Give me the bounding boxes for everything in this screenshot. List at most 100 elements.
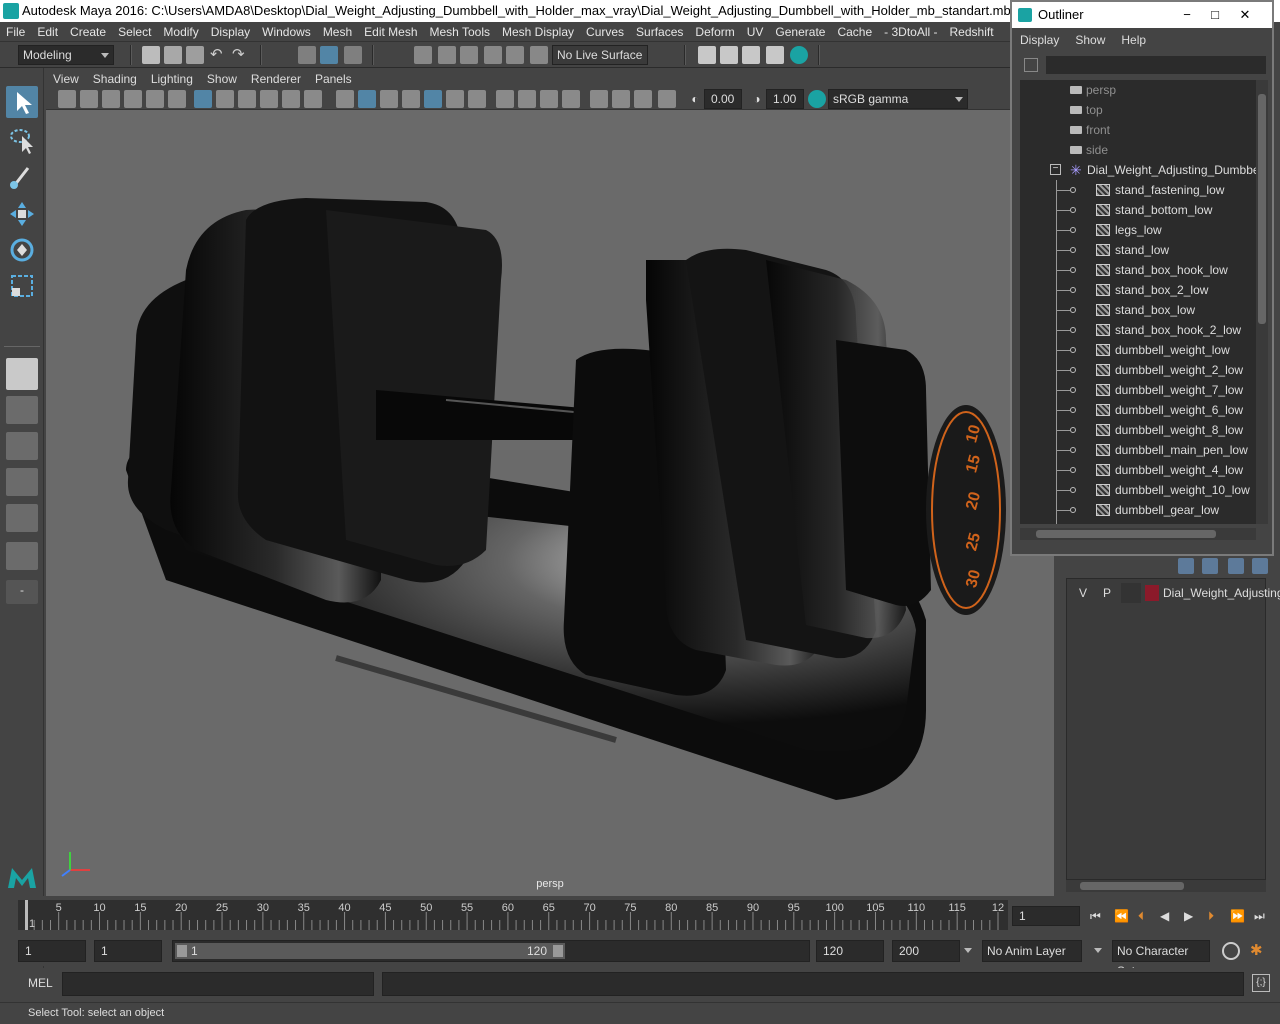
outliner-horizontal-scrollbar[interactable]: [1020, 528, 1256, 540]
open-scene-icon[interactable]: [164, 46, 182, 64]
xray-icon[interactable]: [590, 90, 608, 108]
image-plane-icon[interactable]: [124, 90, 142, 108]
layer-playback-toggle[interactable]: P: [1097, 583, 1117, 603]
playback-start-field[interactable]: 1: [94, 940, 162, 962]
animation-preferences-icon[interactable]: ✱: [1250, 942, 1268, 960]
move-layer-up-icon[interactable]: [1178, 558, 1194, 574]
hypershade-layout-icon[interactable]: [6, 504, 38, 532]
snap-view-plane-icon[interactable]: [506, 46, 524, 64]
gate-mask-icon[interactable]: [260, 90, 278, 108]
select-by-object-icon[interactable]: [320, 46, 338, 64]
menu-item-0[interactable]: File: [0, 22, 31, 41]
menu-item-8[interactable]: Edit Mesh: [358, 22, 423, 41]
lasso-tool-icon[interactable]: [6, 124, 38, 156]
xray-components-icon[interactable]: [634, 90, 652, 108]
hypershade-icon[interactable]: [790, 46, 808, 64]
viewport-menu-item-0[interactable]: View: [46, 70, 86, 88]
play-backwards-icon[interactable]: ◀: [1160, 909, 1174, 923]
layer-horizontal-scrollbar[interactable]: [1066, 880, 1266, 892]
move-tool-icon[interactable]: [6, 198, 38, 230]
new-layer-selected-icon[interactable]: [1252, 558, 1268, 574]
grid-icon[interactable]: [194, 90, 212, 108]
script-editor-icon[interactable]: {;}: [1252, 974, 1270, 992]
live-surface-field[interactable]: No Live Surface: [552, 45, 648, 65]
field-chart-icon[interactable]: [282, 90, 300, 108]
render-settings-icon[interactable]: [766, 46, 784, 64]
menu-item-9[interactable]: Mesh Tools: [424, 22, 496, 41]
ipr-render-icon[interactable]: [742, 46, 760, 64]
scrollbar-thumb[interactable]: [1036, 530, 1216, 538]
viewport-menu-item-2[interactable]: Lighting: [144, 70, 200, 88]
new-scene-icon[interactable]: [142, 46, 160, 64]
menu-item-14[interactable]: UV: [741, 22, 770, 41]
smooth-shade-icon[interactable]: [358, 90, 376, 108]
scene-end-field[interactable]: 200: [892, 940, 960, 962]
outliner-menu-item-0[interactable]: Display: [1012, 28, 1067, 52]
close-icon[interactable]: ✕: [1230, 2, 1260, 28]
snap-curve-icon[interactable]: [438, 46, 456, 64]
viewport-menu-item-1[interactable]: Shading: [86, 70, 144, 88]
range-end-grip[interactable]: [553, 945, 563, 957]
backface-culling-icon[interactable]: [658, 90, 676, 108]
layer-color-swatch[interactable]: [1145, 585, 1159, 601]
depth-of-field-icon[interactable]: [540, 90, 558, 108]
menu-item-13[interactable]: Deform: [689, 22, 740, 41]
step-back-frame-icon[interactable]: ⏪: [1114, 909, 1129, 923]
exposure-field[interactable]: 0.00: [704, 89, 742, 109]
gamma-field[interactable]: 1.00: [766, 89, 804, 109]
color-management-icon[interactable]: [808, 90, 826, 108]
screen-space-ao-icon[interactable]: [468, 90, 486, 108]
four-view-layout-icon[interactable]: [6, 396, 38, 424]
use-all-lights-icon[interactable]: [424, 90, 442, 108]
render-view-icon[interactable]: [698, 46, 716, 64]
go-to-end-icon[interactable]: ⏭: [1254, 909, 1268, 923]
persp-outliner-layout-icon[interactable]: [6, 432, 38, 460]
outliner-vertical-scrollbar[interactable]: [1256, 80, 1268, 524]
menu-item-3[interactable]: Select: [112, 22, 157, 41]
menu-item-6[interactable]: Windows: [256, 22, 317, 41]
paint-select-tool-icon[interactable]: [6, 160, 38, 192]
new-layer-icon[interactable]: [1228, 558, 1244, 574]
outliner-item[interactable]: − ✳ Dial_Weight_Adjusting_Dumbbell: [1020, 160, 1256, 180]
menu-item-11[interactable]: Curves: [580, 22, 630, 41]
menu-set-dropdown[interactable]: Modeling: [18, 45, 114, 65]
viewport-menu-item-4[interactable]: Renderer: [244, 70, 308, 88]
step-forward-frame-icon[interactable]: ⏩: [1230, 909, 1245, 923]
playback-end-field[interactable]: 120: [816, 940, 884, 962]
shadows-icon[interactable]: [446, 90, 464, 108]
make-live-icon[interactable]: [530, 46, 548, 64]
xray-joints-icon[interactable]: [612, 90, 630, 108]
undo-icon[interactable]: ↶: [210, 46, 228, 64]
save-scene-icon[interactable]: [186, 46, 204, 64]
mel-label[interactable]: MEL: [28, 968, 53, 998]
menu-item-18[interactable]: Redshift: [944, 22, 1000, 41]
snap-projected-center-icon[interactable]: [484, 46, 502, 64]
isolate-select-icon[interactable]: [562, 90, 580, 108]
chevron-down-icon[interactable]: [964, 948, 972, 953]
scrollbar-thumb[interactable]: [1258, 94, 1266, 324]
select-by-hierarchy-icon[interactable]: [298, 46, 316, 64]
chevron-down-icon[interactable]: [1094, 948, 1102, 953]
persp-graph-layout-icon[interactable]: [6, 468, 38, 496]
outliner-item[interactable]: top: [1020, 100, 1256, 120]
safe-action-icon[interactable]: [304, 90, 322, 108]
single-view-layout-icon[interactable]: [6, 358, 38, 390]
outliner-search-input[interactable]: [1046, 56, 1266, 74]
range-slider-handle[interactable]: 1 120: [175, 943, 565, 959]
film-gate-icon[interactable]: [216, 90, 234, 108]
menu-item-7[interactable]: Mesh: [317, 22, 358, 41]
color-space-dropdown[interactable]: sRGB gamma: [828, 89, 968, 109]
wireframe-icon[interactable]: [336, 90, 354, 108]
rotate-tool-icon[interactable]: [6, 234, 38, 266]
menu-item-5[interactable]: Display: [205, 22, 256, 41]
perspective-viewport[interactable]: 10 15 20 25 30 persp: [46, 110, 1054, 896]
motion-blur-icon[interactable]: [496, 90, 514, 108]
anim-layer-dropdown[interactable]: No Anim Layer: [982, 940, 1082, 962]
outliner-menu-item-2[interactable]: Help: [1113, 28, 1154, 52]
viewport-menu-item-5[interactable]: Panels: [308, 70, 359, 88]
menu-item-12[interactable]: Surfaces: [630, 22, 689, 41]
outliner-item[interactable]: persp: [1020, 80, 1256, 100]
select-tool-icon[interactable]: [6, 86, 38, 118]
layer-row[interactable]: V P Dial_Weight_Adjusting: [1071, 583, 1280, 607]
scrollbar-thumb[interactable]: [1080, 882, 1184, 890]
